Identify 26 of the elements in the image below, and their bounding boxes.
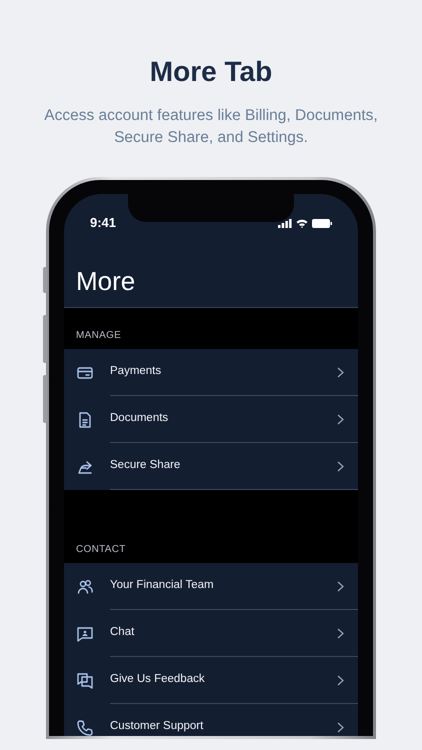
section-header: MANAGE: [76, 329, 122, 343]
page-title: More Tab: [148, 55, 274, 89]
menu-label: Give Us Feedback: [110, 674, 205, 686]
chevron-right-icon: [337, 580, 344, 592]
menu-label: Secure Share: [110, 460, 180, 472]
chevron-right-icon: [337, 460, 344, 472]
menu-label: Customer Support: [110, 721, 204, 733]
section-header: CONTACT: [76, 543, 126, 557]
chevron-right-icon: [337, 628, 344, 638]
menu-label: Payments: [110, 366, 162, 378]
chevron-right-icon: [337, 722, 344, 732]
page-subtitle: Access account features like Billing, Documents, Secure Share, and Settings.: [43, 106, 379, 148]
chevron-right-icon: [337, 414, 344, 424]
battery-icon: [312, 218, 332, 228]
phone-icon: [76, 718, 94, 736]
speech-bubbles-icon: [76, 672, 94, 690]
status-time: 9:41: [90, 214, 116, 232]
chevron-right-icon: [337, 366, 344, 378]
menu-label: Chat: [110, 627, 134, 639]
signal-icon: [278, 218, 292, 228]
chevron-right-icon: [337, 674, 344, 686]
people-icon: [76, 578, 94, 596]
menu-label: Your Financial Team: [110, 580, 214, 592]
chat-bubble-icon: [76, 624, 94, 642]
menu-label: Documents: [110, 413, 168, 425]
wifi-icon: [296, 218, 308, 228]
